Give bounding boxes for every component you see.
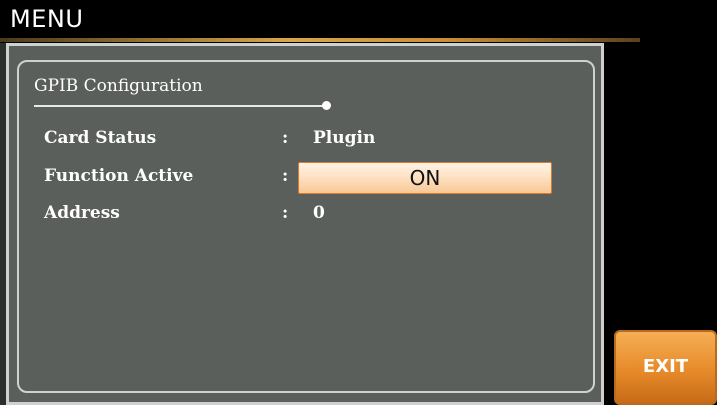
section-title-marker-dot [322,101,331,110]
function-active-separator: : [282,166,289,186]
address-label: Address [44,203,120,223]
function-active-label: Function Active [44,166,194,186]
menu-title: MENU [10,5,84,33]
settings-inner-frame [17,60,595,393]
address-separator: : [282,203,289,223]
section-title: GPIB Configuration [34,76,203,96]
exit-button[interactable]: EXIT [614,330,717,405]
address-value[interactable]: 0 [313,203,325,223]
card-status-value: Plugin [313,128,376,148]
header-divider [0,38,640,42]
card-status-separator: : [282,128,289,148]
section-title-underline [34,105,326,107]
card-status-label: Card Status [44,128,157,148]
menu-header: MENU [0,0,717,42]
function-active-toggle[interactable]: ON [298,162,552,194]
gpib-config-screen: MENU GPIB Configuration Card Status : Pl… [0,0,717,405]
